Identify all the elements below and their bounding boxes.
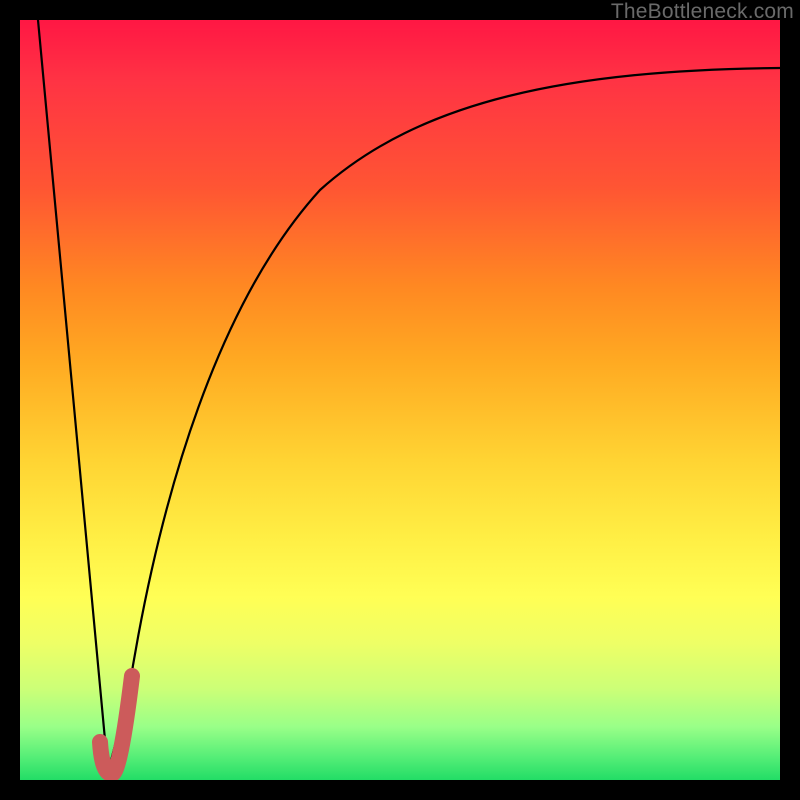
black-curve — [38, 20, 780, 772]
chart-container: TheBottleneck.com — [0, 0, 800, 800]
chart-svg — [20, 20, 780, 780]
plot-area — [20, 20, 780, 780]
red-segment — [100, 676, 132, 774]
